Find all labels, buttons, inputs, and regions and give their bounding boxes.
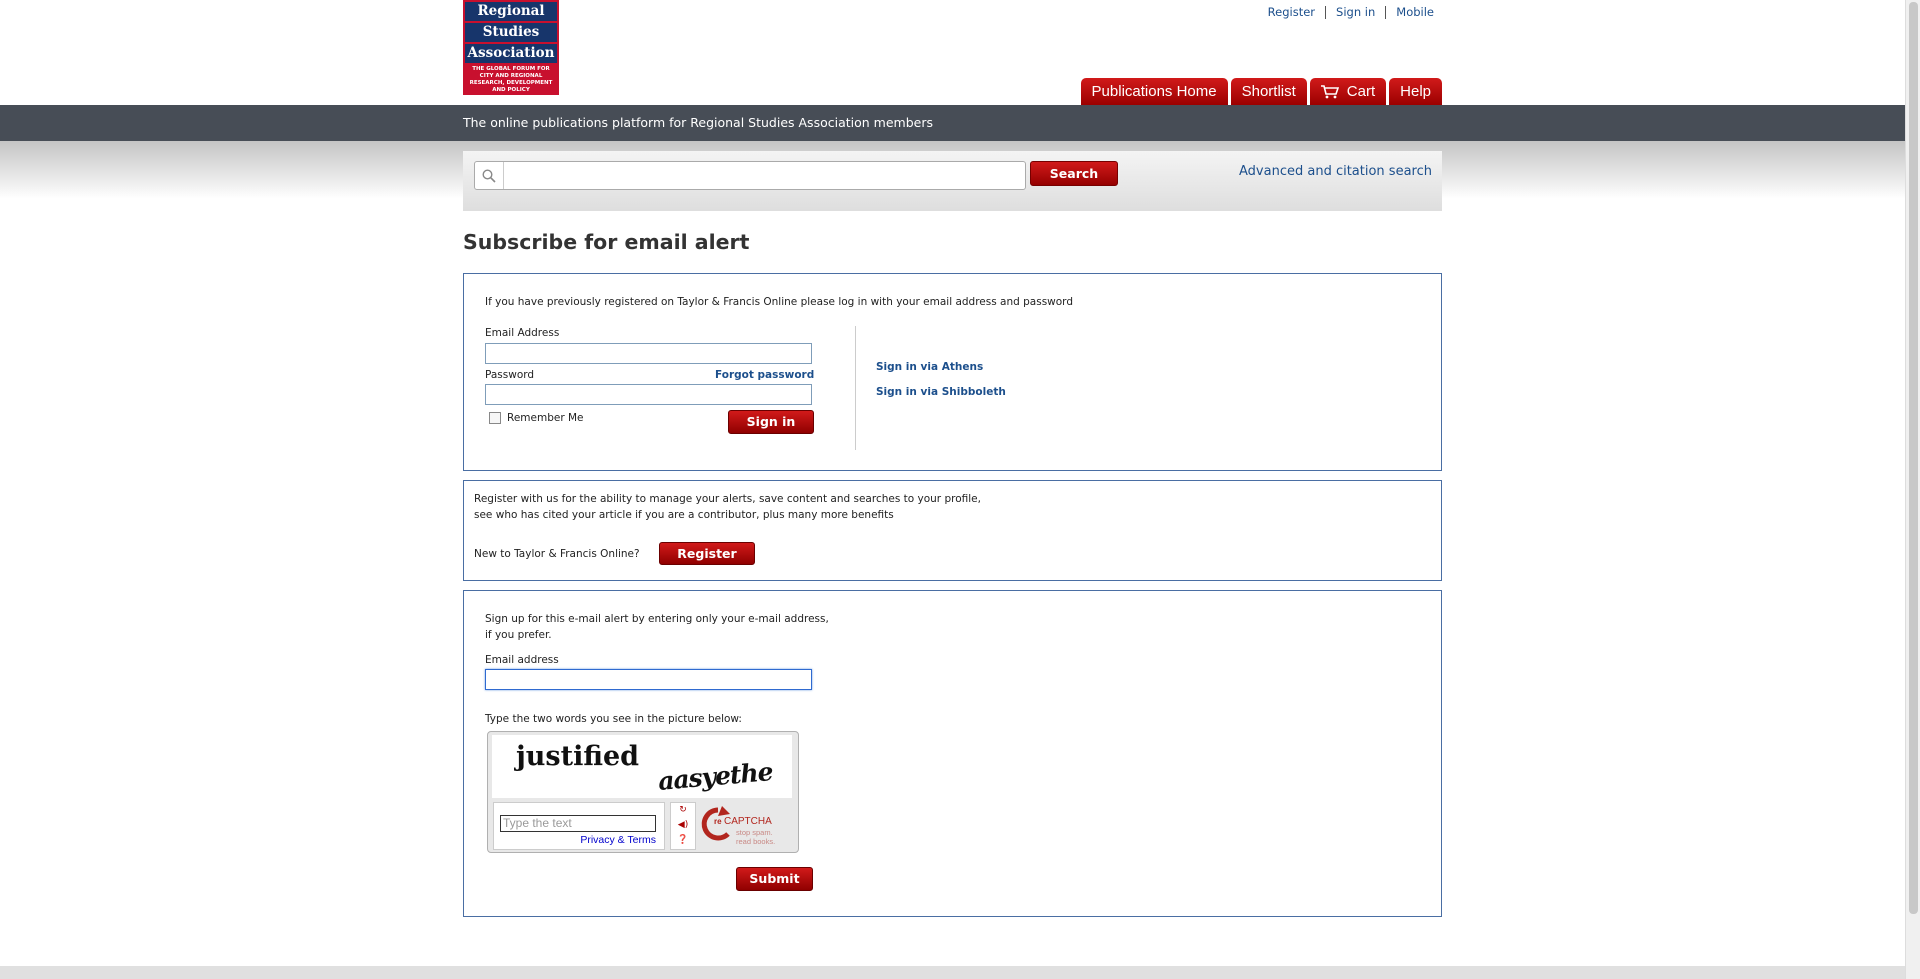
site-tagline: The online publications platform for Reg… — [463, 115, 933, 130]
email-label: Email Address — [485, 327, 560, 339]
rsa-logo[interactable]: Regional Studies Association THE GLOBAL … — [463, 0, 559, 95]
signup-text-line2: if you prefer. — [485, 629, 552, 641]
footer-bar — [0, 966, 1905, 979]
email-signup-panel: Sign up for this e-mail alert by enterin… — [463, 590, 1442, 917]
register-panel: Register with us for the ability to mana… — [463, 480, 1442, 581]
password-field[interactable] — [485, 384, 812, 405]
signup-email-label: Email address — [485, 654, 559, 666]
cart-icon — [1320, 84, 1339, 98]
register-text-line2: see who has cited your article if you ar… — [474, 509, 894, 521]
remember-me-label: Remember Me — [507, 412, 584, 424]
tab-label: Cart — [1346, 83, 1376, 100]
logo-line-2: Studies — [482, 24, 540, 40]
vertical-scrollbar[interactable] — [1905, 0, 1920, 979]
svg-text:CAPTCHA: CAPTCHA — [724, 816, 772, 827]
captcha-image: justified aasyethe — [492, 735, 792, 798]
search-button[interactable]: Search — [1030, 161, 1118, 186]
new-user-label: New to Taylor & Francis Online? — [474, 548, 640, 560]
email-field[interactable] — [485, 343, 812, 364]
password-label: Password — [485, 369, 535, 381]
login-divider — [855, 326, 856, 450]
tab-publications-home[interactable]: Publications Home — [1080, 78, 1228, 105]
tab-help[interactable]: Help — [1389, 78, 1442, 105]
submit-button[interactable]: Submit — [736, 867, 813, 891]
refresh-icon[interactable]: ↻ — [671, 803, 695, 818]
captcha-controls: ↻ ◀) ❓ — [670, 802, 696, 850]
login-intro: If you have previously registered on Tay… — [485, 296, 1073, 308]
svg-text:stop spam.: stop spam. — [736, 828, 773, 837]
scrollbar-thumb[interactable] — [1909, 2, 1918, 914]
tab-label: Publications Home — [1091, 83, 1217, 100]
audio-icon[interactable]: ◀) — [671, 818, 695, 833]
forgot-password-link[interactable]: Forgot password — [715, 369, 814, 381]
advanced-search-link[interactable]: Advanced and citation search — [1239, 164, 1432, 179]
captcha-input[interactable]: Type the text — [500, 815, 656, 832]
tab-cart[interactable]: Cart — [1309, 78, 1387, 105]
signup-email-field[interactable] — [485, 669, 812, 690]
shibboleth-signin-link[interactable]: Sign in via Shibboleth — [876, 386, 1006, 398]
signup-text-line1: Sign up for this e-mail alert by enterin… — [485, 613, 829, 625]
tab-label: Shortlist — [1241, 83, 1296, 100]
login-panel: If you have previously registered on Tay… — [463, 273, 1442, 471]
main-nav-tabs: Publications Home Shortlist Cart Help — [1080, 78, 1442, 105]
captcha-privacy-link[interactable]: Privacy & Terms — [580, 834, 656, 846]
search-icon — [475, 162, 504, 189]
captcha-prompt: Type the two words you see in the pictur… — [485, 713, 742, 725]
mobile-link[interactable]: Mobile — [1385, 6, 1434, 19]
search-bar: Search Advanced and citation search — [463, 151, 1442, 211]
captcha-word-2: aasyethe — [656, 757, 774, 796]
sign-in-button[interactable]: Sign in — [728, 410, 814, 434]
tab-label: Help — [1400, 83, 1431, 100]
svg-text:read books.: read books. — [736, 837, 775, 846]
help-icon[interactable]: ❓ — [671, 833, 695, 848]
logo-tagline: THE GLOBAL FORUM FOR CITY AND REGIONAL R… — [469, 66, 553, 93]
search-input[interactable] — [474, 161, 1026, 190]
remember-me-checkbox[interactable] — [489, 412, 501, 424]
svg-text:re: re — [714, 817, 722, 826]
captcha-input-area: Type the text Privacy & Terms — [493, 802, 665, 850]
logo-line-3: Association — [467, 45, 555, 61]
register-text-line1: Register with us for the ability to mana… — [474, 493, 981, 505]
header-band — [0, 105, 1905, 141]
page-title: Subscribe for email alert — [463, 230, 750, 254]
recaptcha-logo: re CAPTCHA stop spam. read books. — [701, 806, 775, 846]
tab-shortlist[interactable]: Shortlist — [1230, 78, 1307, 105]
register-link[interactable]: Register — [1258, 6, 1325, 19]
top-links: Register Sign in Mobile — [1258, 6, 1434, 19]
recaptcha-widget: justified aasyethe Type the text Privacy… — [487, 731, 799, 853]
athens-signin-link[interactable]: Sign in via Athens — [876, 361, 983, 373]
register-button[interactable]: Register — [659, 542, 755, 565]
sign-in-link[interactable]: Sign in — [1325, 6, 1385, 19]
captcha-word-1: justified — [516, 741, 640, 772]
logo-line-1: Regional — [477, 3, 545, 19]
